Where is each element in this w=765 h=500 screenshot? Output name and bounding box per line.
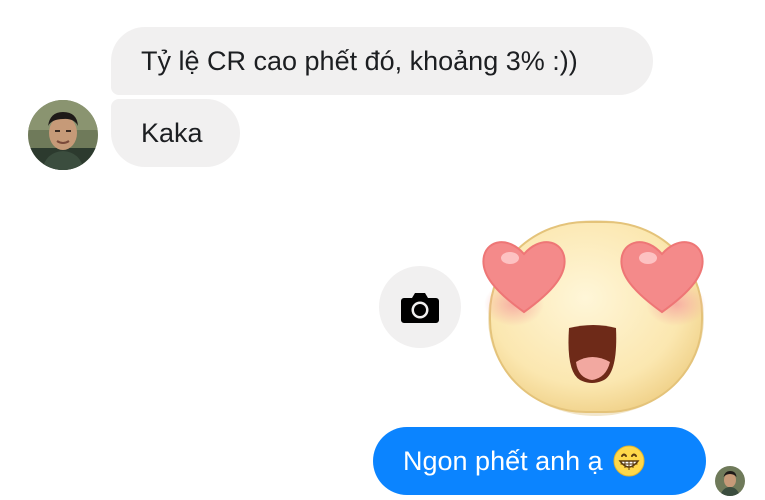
person-photo-icon <box>28 100 98 170</box>
person-photo-icon <box>715 466 745 496</box>
message-text: Kaka <box>141 117 203 148</box>
grinning-face-icon <box>613 445 645 477</box>
heart-eyes-face-icon <box>482 220 706 416</box>
chat-thread: Tỷ lệ CR cao phết đó, khoảng 3% :)) Kaka <box>0 0 765 500</box>
message-text: Tỷ lệ CR cao phết đó, khoảng 3% :)) <box>141 45 578 76</box>
incoming-message-bubble[interactable]: Tỷ lệ CR cao phết đó, khoảng 3% :)) <box>111 27 653 95</box>
camera-button[interactable] <box>379 266 461 348</box>
camera-icon <box>401 293 439 323</box>
sticker-message[interactable] <box>476 212 714 418</box>
contact-avatar[interactable] <box>28 100 98 170</box>
outgoing-message-bubble[interactable]: Ngon phết anh ạ <box>373 427 706 495</box>
incoming-message-bubble[interactable]: Kaka <box>111 99 240 167</box>
message-text: Ngon phết anh ạ <box>403 445 603 476</box>
seen-avatar <box>715 466 745 496</box>
